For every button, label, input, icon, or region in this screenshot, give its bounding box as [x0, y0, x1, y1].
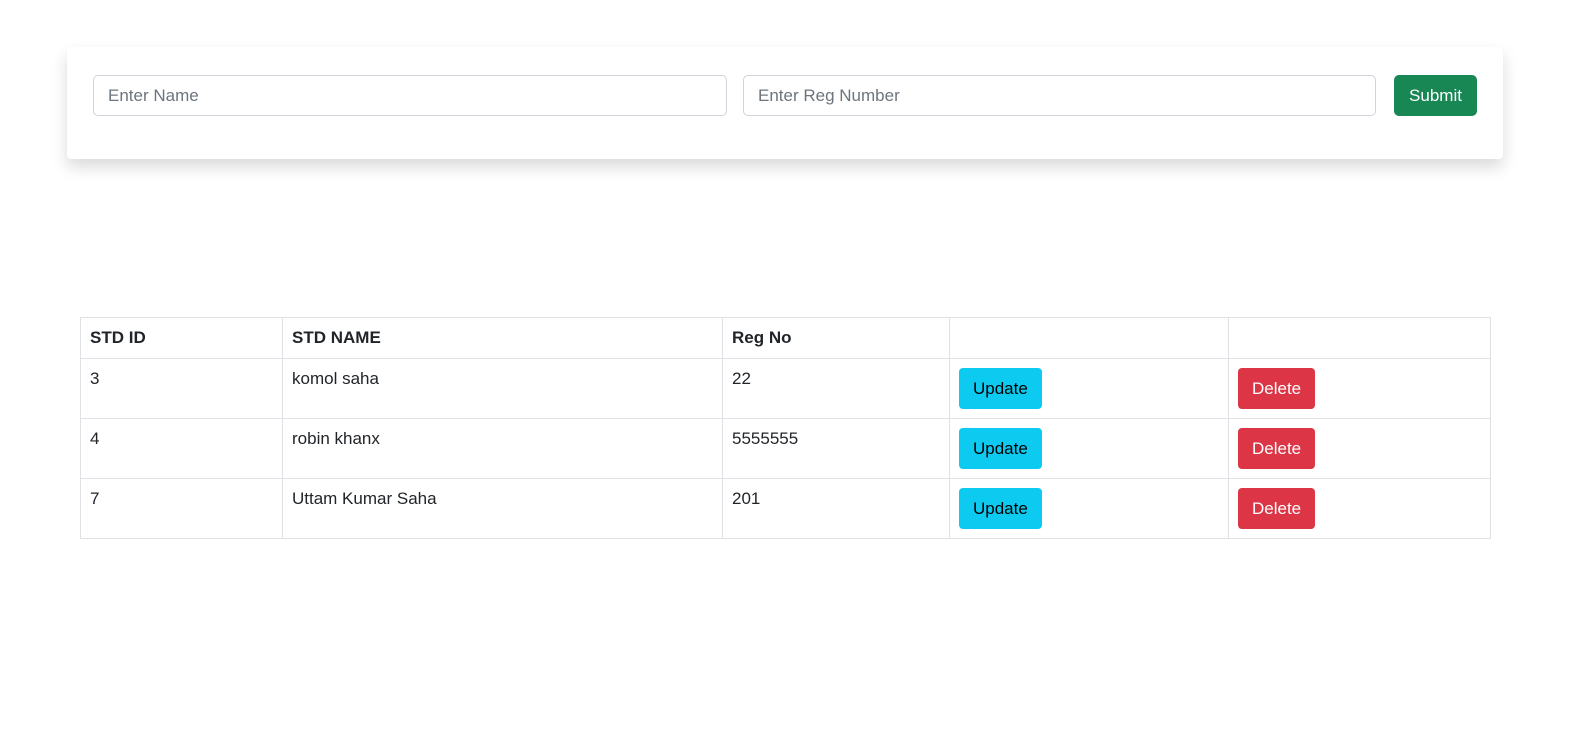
header-std-name: STD NAME	[282, 317, 723, 359]
cell-reg-no: 201	[722, 478, 950, 539]
header-update	[949, 317, 1229, 359]
students-table: STD ID STD NAME Reg No 3 komol saha 22 U…	[80, 317, 1491, 539]
cell-std-name: Uttam Kumar Saha	[282, 478, 723, 539]
table-row: 4 robin khanx 5555555 Update Delete	[80, 418, 1491, 479]
update-button[interactable]: Update	[959, 488, 1042, 529]
cell-std-name: robin khanx	[282, 418, 723, 479]
header-reg-no: Reg No	[722, 317, 950, 359]
cell-delete: Delete	[1228, 418, 1491, 479]
table-header-row: STD ID STD NAME Reg No	[80, 317, 1491, 359]
student-form-card: Submit	[67, 47, 1503, 159]
delete-button[interactable]: Delete	[1238, 368, 1316, 409]
header-std-id: STD ID	[80, 317, 283, 359]
students-table-wrapper: STD ID STD NAME Reg No 3 komol saha 22 U…	[80, 317, 1491, 539]
cell-update: Update	[949, 418, 1229, 479]
cell-reg-no: 5555555	[722, 418, 950, 479]
cell-reg-no: 22	[722, 358, 950, 419]
update-button[interactable]: Update	[959, 368, 1042, 409]
cell-std-name: komol saha	[282, 358, 723, 419]
delete-button[interactable]: Delete	[1238, 428, 1316, 469]
cell-update: Update	[949, 478, 1229, 539]
name-input[interactable]	[93, 75, 727, 116]
cell-std-id: 3	[80, 358, 283, 419]
table-row: 7 Uttam Kumar Saha 201 Update Delete	[80, 478, 1491, 539]
cell-update: Update	[949, 358, 1229, 419]
table-row: 3 komol saha 22 Update Delete	[80, 358, 1491, 419]
delete-button[interactable]: Delete	[1238, 488, 1316, 529]
cell-delete: Delete	[1228, 358, 1491, 419]
reg-number-input[interactable]	[743, 75, 1376, 116]
cell-delete: Delete	[1228, 478, 1491, 539]
cell-std-id: 4	[80, 418, 283, 479]
submit-button[interactable]: Submit	[1394, 75, 1477, 116]
cell-std-id: 7	[80, 478, 283, 539]
update-button[interactable]: Update	[959, 428, 1042, 469]
header-delete	[1228, 317, 1491, 359]
